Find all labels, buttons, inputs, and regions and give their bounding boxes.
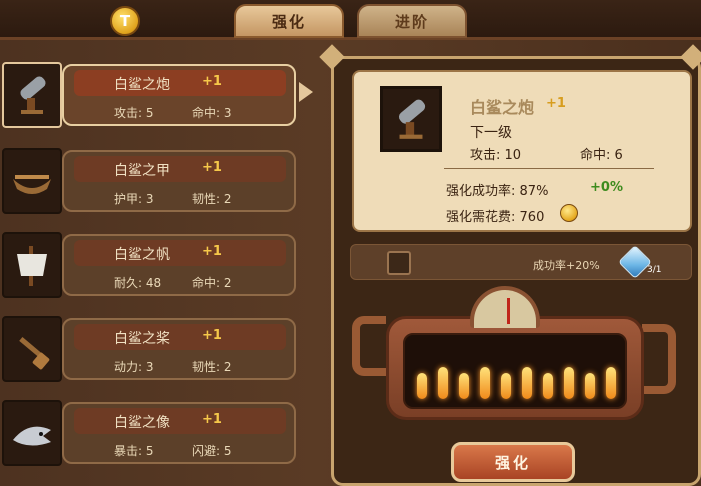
heat-bar — [543, 373, 553, 399]
next-stat: 命中: 6 — [580, 148, 623, 163]
heat-bar — [585, 373, 595, 399]
equipment-item-hull[interactable]: 白鲨之甲 +1 护甲: 3 韧性: 2 — [0, 148, 298, 216]
tab-advance[interactable]: 进阶 — [357, 4, 467, 38]
equipment-item-cannon[interactable]: 白鲨之炮 +1 攻击: 5 命中: 3 — [0, 62, 298, 130]
furnace-body — [386, 316, 644, 420]
item-name: 白鲨之帆 — [114, 247, 170, 263]
equipment-panel: 白鲨之炮 +1 攻击: 5 命中: 3 — [62, 64, 296, 126]
bonus-bar: 成功率+20% 3/1 — [350, 244, 692, 280]
bonus-item-slot[interactable] — [387, 251, 411, 275]
heat-bar — [480, 367, 490, 399]
next-level-label: 下一级 — [470, 125, 512, 141]
upgrade-cost: 强化需花费: 760 — [446, 210, 545, 225]
heat-bar — [522, 367, 532, 399]
detail-card: 白鲨之炮 +1 下一级 攻击: 10 命中: 6 强化成功率: 87% +0% … — [352, 70, 692, 232]
heat-bar — [459, 373, 469, 399]
sail-icon — [2, 232, 62, 298]
detail-name: 白鲨之炮 — [470, 98, 535, 117]
next-stat: 攻击: 10 — [470, 148, 522, 163]
stat-label: 命中: 3 — [192, 106, 232, 120]
furnace-grill — [403, 333, 627, 409]
name-bar — [74, 240, 286, 266]
equipment-panel: 白鲨之帆 +1 耐久: 48 命中: 2 — [62, 234, 296, 296]
pressure-gauge-icon — [470, 286, 540, 328]
stat-label: 命中: 2 — [192, 276, 232, 290]
shark-figurehead-icon — [2, 400, 62, 466]
detail-level: +1 — [546, 96, 566, 111]
heat-bar — [417, 373, 427, 399]
cannon-icon — [2, 62, 62, 128]
item-name: 白鲨之桨 — [114, 331, 170, 347]
stat-label: 韧性: 2 — [192, 192, 232, 206]
stat-label: 攻击: 5 — [114, 106, 154, 120]
pipe — [642, 324, 676, 394]
furnace — [346, 286, 682, 434]
top-bar — [0, 0, 701, 40]
name-bar — [74, 70, 286, 96]
equipment-panel: 白鲨之桨 +1 动力: 3 韧性: 2 — [62, 318, 296, 380]
stat-label: 闪避: 5 — [192, 444, 232, 458]
coin-icon[interactable]: T — [110, 6, 140, 36]
stat-label: 韧性: 2 — [192, 360, 232, 374]
stat-label: 耐久: 48 — [114, 276, 162, 290]
crystal-count: 3/1 — [647, 265, 662, 275]
item-level: +1 — [202, 244, 222, 259]
equipment-panel: 白鲨之像 +1 暴击: 5 闪避: 5 — [62, 402, 296, 464]
tab-enhance[interactable]: 强化 — [234, 4, 344, 38]
item-name: 白鲨之炮 — [114, 77, 170, 93]
equipment-item-sail[interactable]: 白鲨之帆 +1 耐久: 48 命中: 2 — [0, 232, 298, 300]
heat-bar — [501, 373, 511, 399]
item-level: +1 — [202, 160, 222, 175]
selection-arrow-icon — [299, 82, 313, 102]
heat-bar — [564, 367, 574, 399]
success-rate: 强化成功率: 87% — [446, 184, 549, 199]
heat-bar — [606, 367, 616, 399]
item-level: +1 — [202, 328, 222, 343]
equipment-item-oar[interactable]: 白鲨之桨 +1 动力: 3 韧性: 2 — [0, 316, 298, 384]
cannon-icon — [380, 86, 442, 152]
hull-icon — [2, 148, 62, 214]
stat-label: 护甲: 3 — [114, 192, 154, 206]
equipment-item-figurehead[interactable]: 白鲨之像 +1 暴击: 5 闪避: 5 — [0, 400, 298, 468]
stat-label: 动力: 3 — [114, 360, 154, 374]
success-rate-bonus: +0% — [590, 180, 623, 195]
heat-bar — [438, 367, 448, 399]
bonus-text: 成功率+20% — [533, 259, 600, 272]
item-level: +1 — [202, 74, 222, 89]
name-bar — [74, 156, 286, 182]
upgrade-button[interactable]: 强化 — [451, 442, 575, 482]
item-name: 白鲨之甲 — [114, 163, 170, 179]
divider — [444, 168, 654, 169]
stat-label: 暴击: 5 — [114, 444, 154, 458]
gauge-needle — [507, 298, 510, 324]
name-bar — [74, 408, 286, 434]
item-level: +1 — [202, 412, 222, 427]
pipe — [352, 316, 386, 376]
oar-icon — [2, 316, 62, 382]
item-name: 白鲨之像 — [114, 415, 170, 431]
coin-icon — [560, 204, 578, 222]
equipment-panel: 白鲨之甲 +1 护甲: 3 韧性: 2 — [62, 150, 296, 212]
name-bar — [74, 324, 286, 350]
